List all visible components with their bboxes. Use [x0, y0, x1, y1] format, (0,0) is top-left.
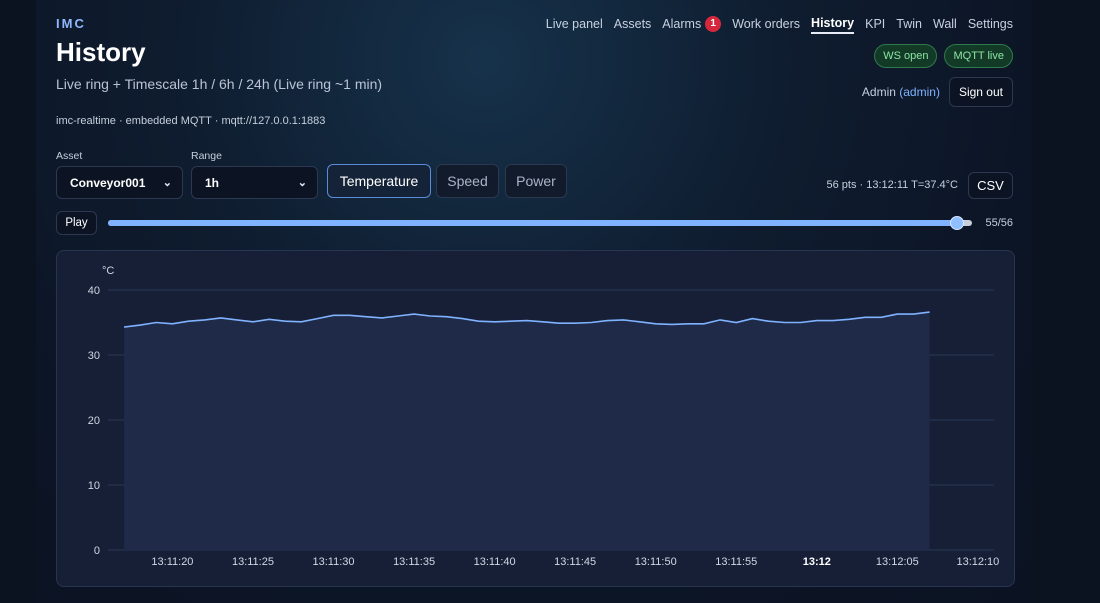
- y-tick-label: 40: [88, 285, 100, 297]
- asset-select[interactable]: Conveyor001 ⌄: [56, 166, 183, 199]
- x-tick-label: 13:11:40: [474, 556, 516, 568]
- nav-twin[interactable]: Twin: [896, 17, 922, 33]
- y-tick-label: 30: [88, 350, 100, 362]
- nav-alarms-label: Alarms: [662, 17, 702, 31]
- x-tick-label: 13:11:50: [635, 556, 677, 568]
- range-label: Range: [191, 150, 222, 162]
- chevron-down-icon: ⌄: [162, 177, 172, 189]
- ws-status-badge: WS open: [874, 44, 938, 68]
- nav-live-panel[interactable]: Live panel: [546, 17, 603, 33]
- nav-settings[interactable]: Settings: [968, 17, 1013, 33]
- y-tick-label: 0: [94, 545, 100, 557]
- page: IMC History Live ring + Timescale 1h / 6…: [36, 0, 1032, 603]
- slider-thumb[interactable]: [949, 216, 964, 230]
- y-tick-label: 20: [88, 415, 100, 427]
- alarms-count-badge: 1: [705, 16, 722, 32]
- chart-panel: °C 0 10 20 30 40 13:11:20 13:11:25 13:11:30 13:11…: [56, 250, 1015, 587]
- x-tick-label: 13:12:10: [956, 556, 999, 568]
- asset-label: Asset: [56, 150, 83, 162]
- metric-speed-button[interactable]: Speed: [436, 164, 499, 198]
- x-tick-label: 13:12:05: [876, 556, 919, 568]
- x-tick-label: 13:12: [803, 556, 831, 568]
- x-tick-label: 13:11:55: [715, 556, 757, 568]
- nav-assets[interactable]: Assets: [614, 17, 652, 33]
- mqtt-status-badge: MQTT live: [944, 44, 1013, 68]
- metric-power-button[interactable]: Power: [505, 164, 567, 198]
- metric-temperature-button[interactable]: Temperature: [327, 164, 431, 198]
- play-button[interactable]: Play: [56, 211, 97, 235]
- user-name: Admin: [861, 85, 896, 99]
- user-area: Admin (admin) Sign out: [862, 77, 1013, 107]
- user-role: (admin): [899, 85, 940, 99]
- y-axis-label: °C: [102, 265, 114, 277]
- chevron-down-icon: ⌄: [297, 177, 307, 189]
- x-tick-label: 13:11:25: [232, 556, 274, 568]
- page-subtitle: Live ring + Timescale 1h / 6h / 24h (Liv…: [56, 76, 383, 92]
- x-tick-label: 13:11:20: [151, 556, 193, 568]
- timeline-position: 55/56: [985, 217, 1013, 229]
- timeline-slider[interactable]: [108, 216, 972, 230]
- slider-fill: [108, 220, 957, 226]
- page-title: History: [56, 37, 146, 67]
- range-select[interactable]: 1h ⌄: [191, 166, 318, 199]
- nav-wall[interactable]: Wall: [933, 17, 957, 33]
- asset-select-value: Conveyor001: [70, 175, 146, 190]
- top-nav: Live panel Assets Alarms 1 Work orders Hi…: [535, 16, 1013, 34]
- y-tick-label: 10: [88, 480, 100, 492]
- sign-out-button[interactable]: Sign out: [948, 77, 1013, 107]
- x-tick-label: 13:11:45: [554, 556, 596, 568]
- nav-alarms[interactable]: Alarms 1: [662, 16, 722, 34]
- nav-work-orders[interactable]: Work orders: [732, 17, 800, 33]
- csv-export-button[interactable]: CSV: [968, 172, 1013, 199]
- series-stats: 56 pts · 13:12:11 T=37.4°C: [826, 179, 959, 191]
- user-info: Admin (admin): [862, 85, 940, 99]
- series-area: [124, 312, 930, 550]
- nav-kpi[interactable]: KPI: [865, 17, 885, 33]
- x-tick-label: 13:11:35: [393, 556, 435, 568]
- temperature-chart: °C 0 10 20 30 40 13:11:20 13:11:25 13:11:30 13:11…: [88, 265, 1000, 568]
- range-select-value: 1h: [205, 175, 220, 190]
- connection-meta: imc-realtime · embedded MQTT · mqtt://12…: [56, 115, 326, 127]
- connection-status: WS open MQTT live: [874, 44, 1013, 68]
- brand-logo: IMC: [56, 16, 86, 31]
- x-tick-label: 13:11:30: [313, 556, 355, 568]
- nav-history[interactable]: History: [811, 16, 855, 34]
